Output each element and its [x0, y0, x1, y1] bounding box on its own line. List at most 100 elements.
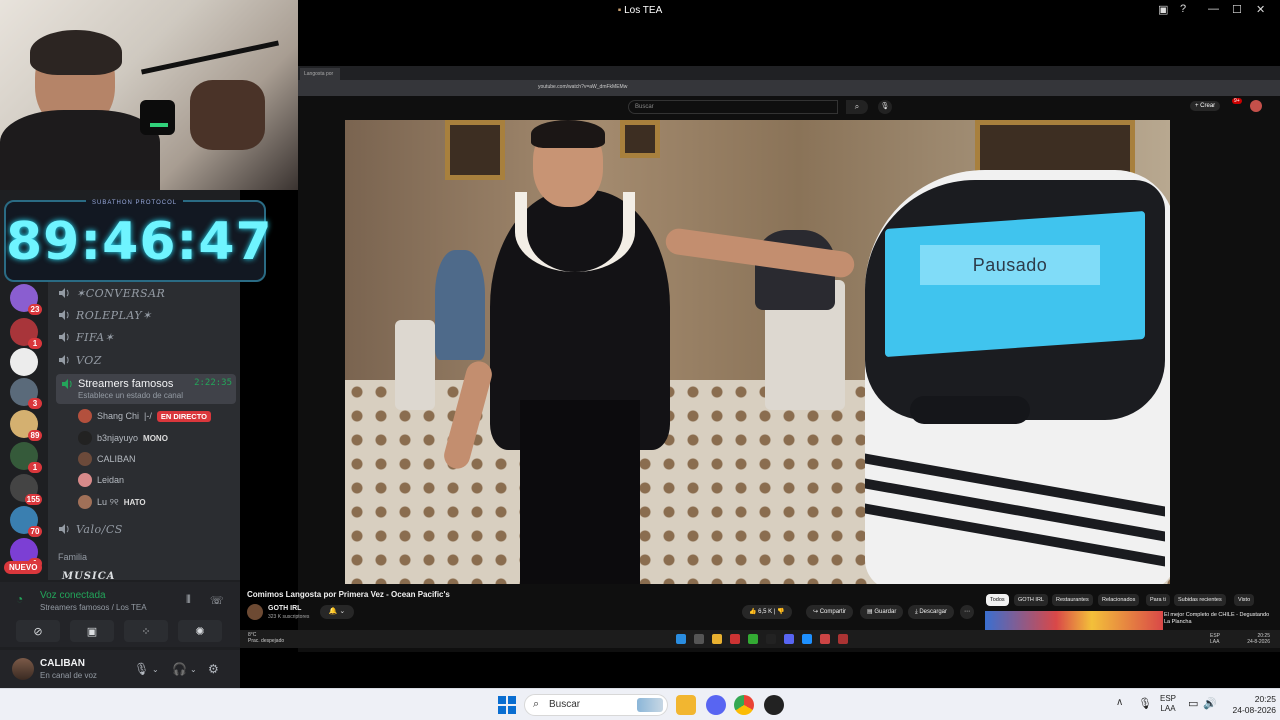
channel-roleplay[interactable]: ROLEPLAY✶ — [58, 306, 152, 324]
weather-widget: 8°C Prac. despejado — [248, 632, 284, 644]
waiter-hair — [531, 120, 605, 148]
obs-icon[interactable] — [764, 695, 784, 715]
lang-bottom: LAA — [1160, 704, 1176, 713]
server-icon[interactable] — [10, 348, 38, 376]
youtube-search-input[interactable]: Buscar — [628, 100, 838, 114]
chip-todos[interactable]: Todos — [986, 594, 1009, 606]
timer-tag: SUBATHON PROTOCOL — [86, 200, 184, 206]
system-clock[interactable]: 20:25 24-08-2026 — [1220, 694, 1276, 716]
soundboard-button[interactable]: ✺ — [178, 620, 222, 642]
server-icon[interactable]: 1 — [10, 318, 42, 349]
taskbar-search-input[interactable]: ⌕ Buscar — [524, 694, 668, 716]
chip-visto[interactable]: Visto — [1234, 594, 1255, 606]
channel-avatar[interactable] — [247, 604, 263, 620]
channel-streamers-famosos[interactable]: Streamers famosos 2:22:35 Establece un e… — [56, 374, 236, 404]
channel-name[interactable]: GOTH IRL — [268, 605, 301, 612]
voice-user[interactable]: Leidan — [78, 472, 124, 488]
like-button[interactable]: 👍 6,5 K | 👎 — [742, 605, 792, 619]
windows-start-icon[interactable] — [498, 696, 516, 714]
channel-fifa[interactable]: FIFA✶ — [58, 328, 114, 346]
chevron-down-icon[interactable]: ⌄ — [190, 665, 197, 674]
voice-connected-channel[interactable]: Streamers famosos / Los TEA — [40, 603, 147, 612]
voice-user[interactable]: Shang Chi |-/ EN DIRECTO — [78, 408, 211, 424]
help-icon[interactable]: ? — [1180, 3, 1186, 15]
avatar — [78, 431, 92, 445]
avatar[interactable] — [12, 658, 34, 680]
speaker-icon — [59, 524, 69, 534]
notification-bell-button[interactable]: 🔔 ⌄ — [320, 605, 354, 619]
screen-share-button[interactable]: ▣ — [70, 620, 114, 642]
channel-label: VOZ — [76, 353, 102, 367]
close-button[interactable]: ✕ — [1256, 3, 1265, 16]
chip-subidas-recientes[interactable]: Subidas recientes — [1174, 594, 1226, 606]
chip-relacionados[interactable]: Relacionados — [1098, 594, 1140, 606]
channel-label: FIFA✶ — [76, 330, 115, 344]
microphone-icon[interactable]: 🎙 — [134, 662, 149, 676]
category-familia[interactable]: Familia — [58, 552, 87, 562]
browser-tab[interactable]: Langosta por — [300, 68, 340, 80]
share-label: Compartir — [819, 609, 847, 615]
server-icon[interactable]: 89 — [10, 410, 42, 441]
maximize-button[interactable]: ☐ — [1232, 3, 1242, 16]
voice-user[interactable]: b3njayuyo MONO — [78, 430, 168, 446]
voice-user-name: Leidan — [97, 475, 125, 485]
minimize-button[interactable]: — — [1208, 3, 1219, 15]
channel-voz[interactable]: VOZ — [58, 351, 102, 369]
notification-badge[interactable]: 9+ — [1232, 98, 1242, 104]
disconnect-icon[interactable]: ☏ — [210, 594, 224, 607]
app-icon — [802, 634, 812, 644]
voice-channel-name: Streamers famosos — [78, 378, 174, 390]
chip-para-ti[interactable]: Para ti — [1146, 594, 1170, 606]
picture-in-picture-icon[interactable]: ▣ — [1158, 3, 1168, 16]
server-icon[interactable]: 155 — [10, 474, 42, 505]
share-button[interactable]: ↪ Compartir — [806, 605, 854, 619]
save-button[interactable]: ▤ Guardar — [860, 605, 904, 619]
show-hidden-icons[interactable]: ∧ — [1116, 697, 1123, 708]
app-icon — [838, 634, 848, 644]
chip-restaurantes[interactable]: Restaurantes — [1052, 594, 1093, 606]
voice-channel-status[interactable]: Establece un estado de canal — [78, 391, 183, 400]
wall-painting — [620, 120, 660, 158]
voice-search-icon[interactable]: 🎙 — [878, 100, 892, 114]
channel-conversar[interactable]: ✶CONVERSAR — [58, 284, 165, 302]
microphone-icon[interactable]: 🎙 — [1138, 697, 1152, 710]
network-icon[interactable]: ▭ — [1188, 697, 1198, 710]
file-explorer-icon[interactable] — [676, 695, 696, 715]
server-icon[interactable]: 23 — [10, 284, 42, 315]
voice-user[interactable]: Lu ୨୧ HATO — [78, 494, 146, 510]
search-icon[interactable]: ⌕ — [846, 100, 868, 114]
chip-goth-irl[interactable]: GOTH IRL — [1014, 594, 1048, 606]
server-icon[interactable]: 3 — [10, 378, 42, 409]
gear-icon[interactable]: ⚙ — [208, 662, 219, 676]
avatar — [78, 409, 92, 423]
more-actions-button[interactable]: ⋯ — [960, 605, 974, 619]
voice-user-name: CALIBAN — [97, 454, 136, 464]
chrome-icon[interactable] — [734, 695, 754, 715]
headphones-icon[interactable]: 🎧 — [172, 662, 187, 676]
server-icon[interactable] — [10, 448, 38, 476]
video-player[interactable]: Pausado — [345, 120, 1170, 584]
chevron-down-icon[interactable]: ⌄ — [152, 665, 159, 674]
server-icon[interactable]: 70 — [10, 506, 42, 537]
language-indicator[interactable]: ESP LAA — [1160, 694, 1176, 714]
discord-icon[interactable] — [706, 695, 726, 715]
camera-off-button[interactable]: ⊘ — [16, 620, 60, 642]
speaker-icon — [59, 310, 69, 320]
volume-icon[interactable]: 🔊 — [1203, 697, 1217, 710]
activities-button[interactable]: ⁘ — [124, 620, 168, 642]
channel-valo[interactable]: Valo/CS — [58, 520, 123, 538]
server-badge: 23 — [28, 304, 42, 315]
captured-clock: 20:25 24-8-2026 — [1247, 633, 1270, 645]
create-button[interactable]: + Crear — [1190, 101, 1221, 111]
avatar[interactable] — [1250, 100, 1262, 112]
voice-connected-label: Voz conectada — [40, 590, 106, 601]
search-icon — [694, 634, 704, 644]
channel-musica[interactable]: MUSICA — [62, 571, 115, 582]
url-text[interactable]: youtube.com/watch?v=aW_dmFkMEMw — [538, 84, 627, 90]
voice-user[interactable]: CALIBAN — [78, 451, 136, 467]
recommended-title[interactable]: El mejor Completo de CHILE - Degustando … — [1164, 612, 1274, 626]
noise-icon[interactable]: ⦀ — [186, 594, 191, 607]
new-badge[interactable]: NUEVO — [4, 561, 43, 574]
download-button[interactable]: ⤓ Descargar — [908, 605, 955, 619]
user-panel: CALIBAN En canal de voz 🎙 ⌄ 🎧 ⌄ ⚙ — [0, 650, 240, 688]
